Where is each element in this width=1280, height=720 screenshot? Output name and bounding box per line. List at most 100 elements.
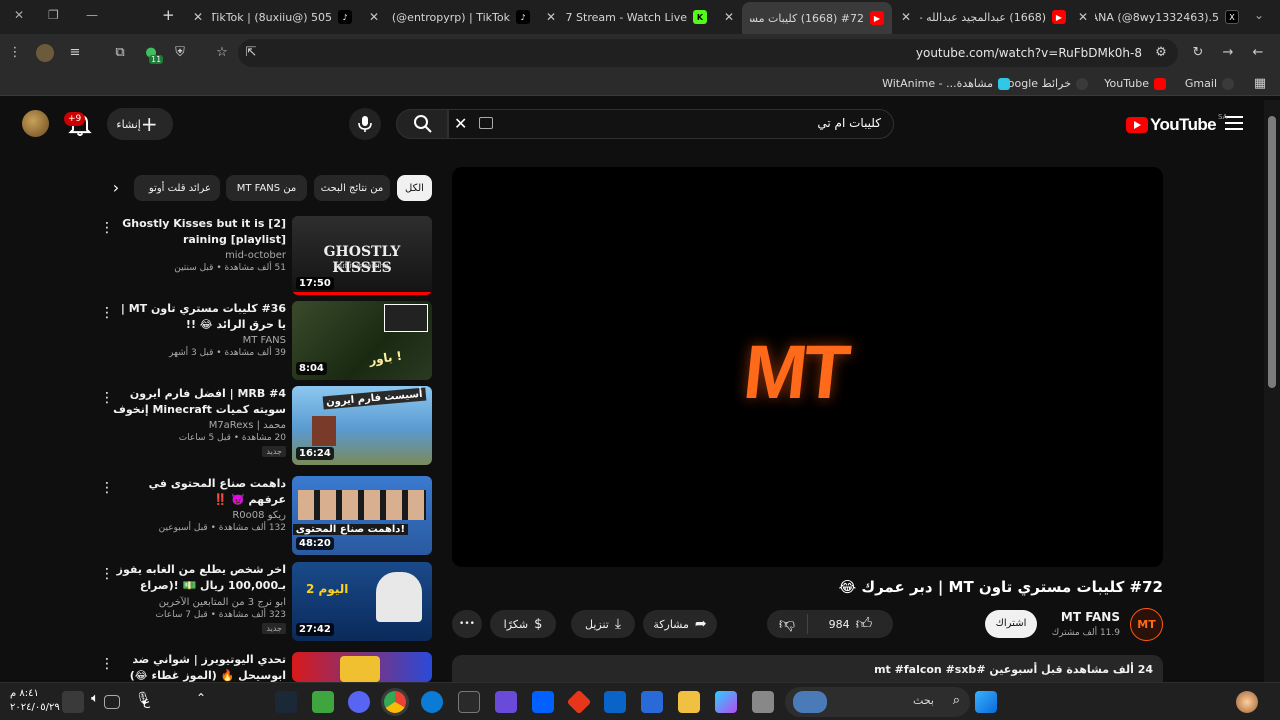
channel-name[interactable]: محمد | M7aRexs (110, 420, 286, 431)
list-item[interactable]: GHOSTLY KISSES but it is raining 17:50 [… (96, 216, 436, 296)
tab-close-icon[interactable]: ✕ (366, 9, 382, 25)
video-title[interactable]: تحدي اليوتيوبرز | شواني ضد ابوسيحل 🔥 (ال… (110, 652, 286, 682)
forward-icon[interactable]: ← (1249, 44, 1267, 62)
scrollbar-thumb[interactable] (1268, 116, 1276, 388)
video-title[interactable]: [2] Ghostly Kisses but it is raining [pl… (110, 216, 286, 248)
chevron-left-icon[interactable]: › (104, 177, 128, 199)
more-actions-icon[interactable]: ⋮ (100, 390, 114, 406)
app-icon[interactable] (566, 689, 592, 715)
chip-related[interactable]: عرائد قلت أوتو (134, 175, 220, 201)
app-icon[interactable] (752, 691, 774, 713)
tab-close-icon[interactable]: ✕ (898, 9, 914, 25)
tab-close-icon[interactable]: ✕ (190, 9, 206, 25)
chevron-up-icon[interactable]: ⌃ (190, 691, 212, 713)
search-button[interactable] (396, 109, 448, 139)
input-language[interactable]: ع (143, 694, 150, 708)
video-title[interactable]: داهمت صناع المحتوى في عرفهم 👿 ‼️ (110, 476, 286, 508)
address-bar[interactable]: ☆ ⇱ youtube.com/watch?v=RuFbDMk0h-8 ⚙ (216, 39, 1178, 67)
video-thumbnail[interactable]: داهمت صناع المحتوى! 48:20 (292, 476, 432, 555)
channel-avatar[interactable]: MT (1130, 608, 1163, 641)
youtube-logo[interactable]: YouTube SA (1126, 113, 1227, 135)
clear-search-icon[interactable]: ✕ (454, 114, 467, 133)
tab-tiktok-entropy[interactable]: ♪ opy (@entropyrp) | TikTok (388, 6, 530, 28)
open-in-app-icon[interactable]: ⇱ (242, 44, 260, 62)
description-box[interactable]: 24 ألف مشاهدة قبل أسبوعين #mt #falcon #s… (452, 655, 1163, 685)
guide-menu-icon[interactable] (1225, 116, 1243, 130)
channel-name[interactable]: MT FANS (110, 335, 286, 346)
more-actions-icon[interactable]: ⋮ (100, 305, 114, 321)
download-button[interactable]: ⤓ تنزيل (571, 610, 635, 638)
bookmark-star-icon[interactable]: ☆ (213, 44, 231, 62)
dropbox-icon[interactable] (532, 691, 554, 713)
subscribe-button[interactable]: اشتراك (985, 610, 1037, 638)
bookmark-youtube[interactable]: YouTube (1104, 77, 1166, 90)
create-button[interactable]: + إنشاء (107, 108, 173, 140)
list-item[interactable]: أسيست فارم ايرون 16:24 MRB #4 | افضل فار… (96, 386, 436, 476)
video-player[interactable]: MT (452, 167, 1163, 567)
list-item[interactable]: باور ! 8:04 #36 كليبات مستري تاون MT | ي… (96, 301, 436, 381)
maximize-window-icon[interactable]: ❐ (48, 8, 59, 22)
video-thumbnail[interactable] (292, 652, 432, 682)
video-thumbnail[interactable]: أسيست فارم ايرون 16:24 (292, 386, 432, 465)
more-actions-icon[interactable]: ⋮ (100, 220, 114, 236)
tab-close-icon[interactable]: ✕ (543, 9, 559, 25)
shield-icon[interactable]: ⛨ (171, 44, 189, 62)
video-thumbnail[interactable]: اليوم 2 27:42 (292, 562, 432, 641)
thanks-button[interactable]: $ شكرًا (490, 610, 556, 638)
search-input[interactable]: كليبات ام تي ✕ (448, 109, 894, 139)
more-actions-button[interactable]: ••• (452, 610, 482, 638)
taskbar-search[interactable]: بحث ⌕ (785, 687, 970, 717)
edge-icon[interactable] (421, 691, 443, 713)
channel-name[interactable]: mid-october (110, 250, 286, 261)
copilot-icon[interactable] (715, 691, 737, 713)
reading-list-icon[interactable]: ≡ (66, 44, 84, 62)
video-title[interactable]: #36 كليبات مستري تاون MT | يا حرق الرائد… (110, 301, 286, 333)
copilot-tray-icon[interactable] (1236, 691, 1258, 713)
keyboard-icon[interactable] (479, 117, 493, 129)
epic-games-icon[interactable] (458, 691, 480, 713)
account-avatar[interactable] (22, 110, 49, 137)
chip-from-mt-fans[interactable]: من MT FANS (226, 175, 307, 201)
chrome-icon[interactable] (384, 691, 406, 713)
more-actions-icon[interactable]: ⋮ (100, 656, 114, 672)
video-thumbnail[interactable]: GHOSTLY KISSES but it is raining 17:50 (292, 216, 432, 295)
list-item[interactable]: تحدي اليوتيوبرز | شواني ضد ابوسيحل 🔥 (ال… (96, 652, 436, 682)
menu-icon[interactable]: ⋮ (6, 44, 24, 62)
minimize-window-icon[interactable]: — (86, 8, 98, 22)
tab-youtube-active[interactable]: ▶ #72 (1668) كليبات مستري تا (742, 2, 892, 34)
video-title[interactable]: MRB #4 | افضل فارم ايرون سويته كميات Min… (110, 386, 286, 418)
app-icon[interactable] (312, 691, 334, 713)
app-icon[interactable] (495, 691, 517, 713)
start-windows-icon[interactable] (975, 691, 997, 713)
more-actions-icon[interactable]: ⋮ (100, 566, 114, 582)
channel-name[interactable]: ريكو R0o08 (110, 510, 286, 521)
dislike-button[interactable]: 👎︎ (767, 614, 807, 634)
share-button[interactable]: ➦ مشاركة (643, 610, 717, 638)
profile-icon[interactable] (36, 44, 54, 62)
bookmark-google-maps[interactable]: خرائط Google (999, 77, 1088, 90)
bookmark-witanime[interactable]: مشاهدة... - WitAnime (882, 77, 1010, 90)
video-title[interactable]: اخر شخص يطلع من الغابه يفوز بـ100,000 ري… (110, 562, 286, 595)
chip-from-search[interactable]: من نتائج البحث (314, 175, 390, 201)
list-item[interactable]: داهمت صناع المحتوى! 48:20 داهمت صناع الم… (96, 476, 436, 556)
tab-x-rana[interactable]: X 5.RANA (@8wy1332463) / (1095, 6, 1239, 28)
reload-icon[interactable]: ↻ (1189, 44, 1207, 62)
channel-name[interactable]: ابو نرج 3 من المتابعين الآخرين (110, 597, 286, 608)
list-item[interactable]: اليوم 2 27:42 اخر شخص يطلع من الغابه يفو… (96, 562, 436, 650)
video-thumbnail[interactable]: باور ! 8:04 (292, 301, 432, 380)
tab-tiktok-505[interactable]: ♪ TikTok | (8uxiiu@) 505 (212, 6, 352, 28)
tab-close-icon[interactable]: ✕ (1075, 9, 1091, 25)
store-icon[interactable] (641, 691, 663, 713)
tab-search-icon[interactable]: ⌄ (1254, 8, 1264, 22)
outlook-icon[interactable] (604, 691, 626, 713)
new-tab-icon[interactable]: + (162, 6, 175, 24)
more-actions-icon[interactable]: ⋮ (100, 480, 114, 496)
tab-youtube-abdulmajeed[interactable]: ▶ (1668) عبدالمجيد عبدالله - | (920, 6, 1066, 28)
file-explorer-icon[interactable] (678, 691, 700, 713)
site-settings-icon[interactable]: ⚙ (1152, 44, 1170, 62)
tab-kick-stream[interactable]: K Nxv7 Stream - Watch Live (565, 6, 707, 28)
battery-icon[interactable] (62, 691, 84, 713)
voice-search-button[interactable] (349, 108, 381, 140)
tab-close-icon[interactable]: ✕ (721, 9, 737, 25)
bookmark-gmail[interactable]: Gmail (1185, 77, 1234, 90)
